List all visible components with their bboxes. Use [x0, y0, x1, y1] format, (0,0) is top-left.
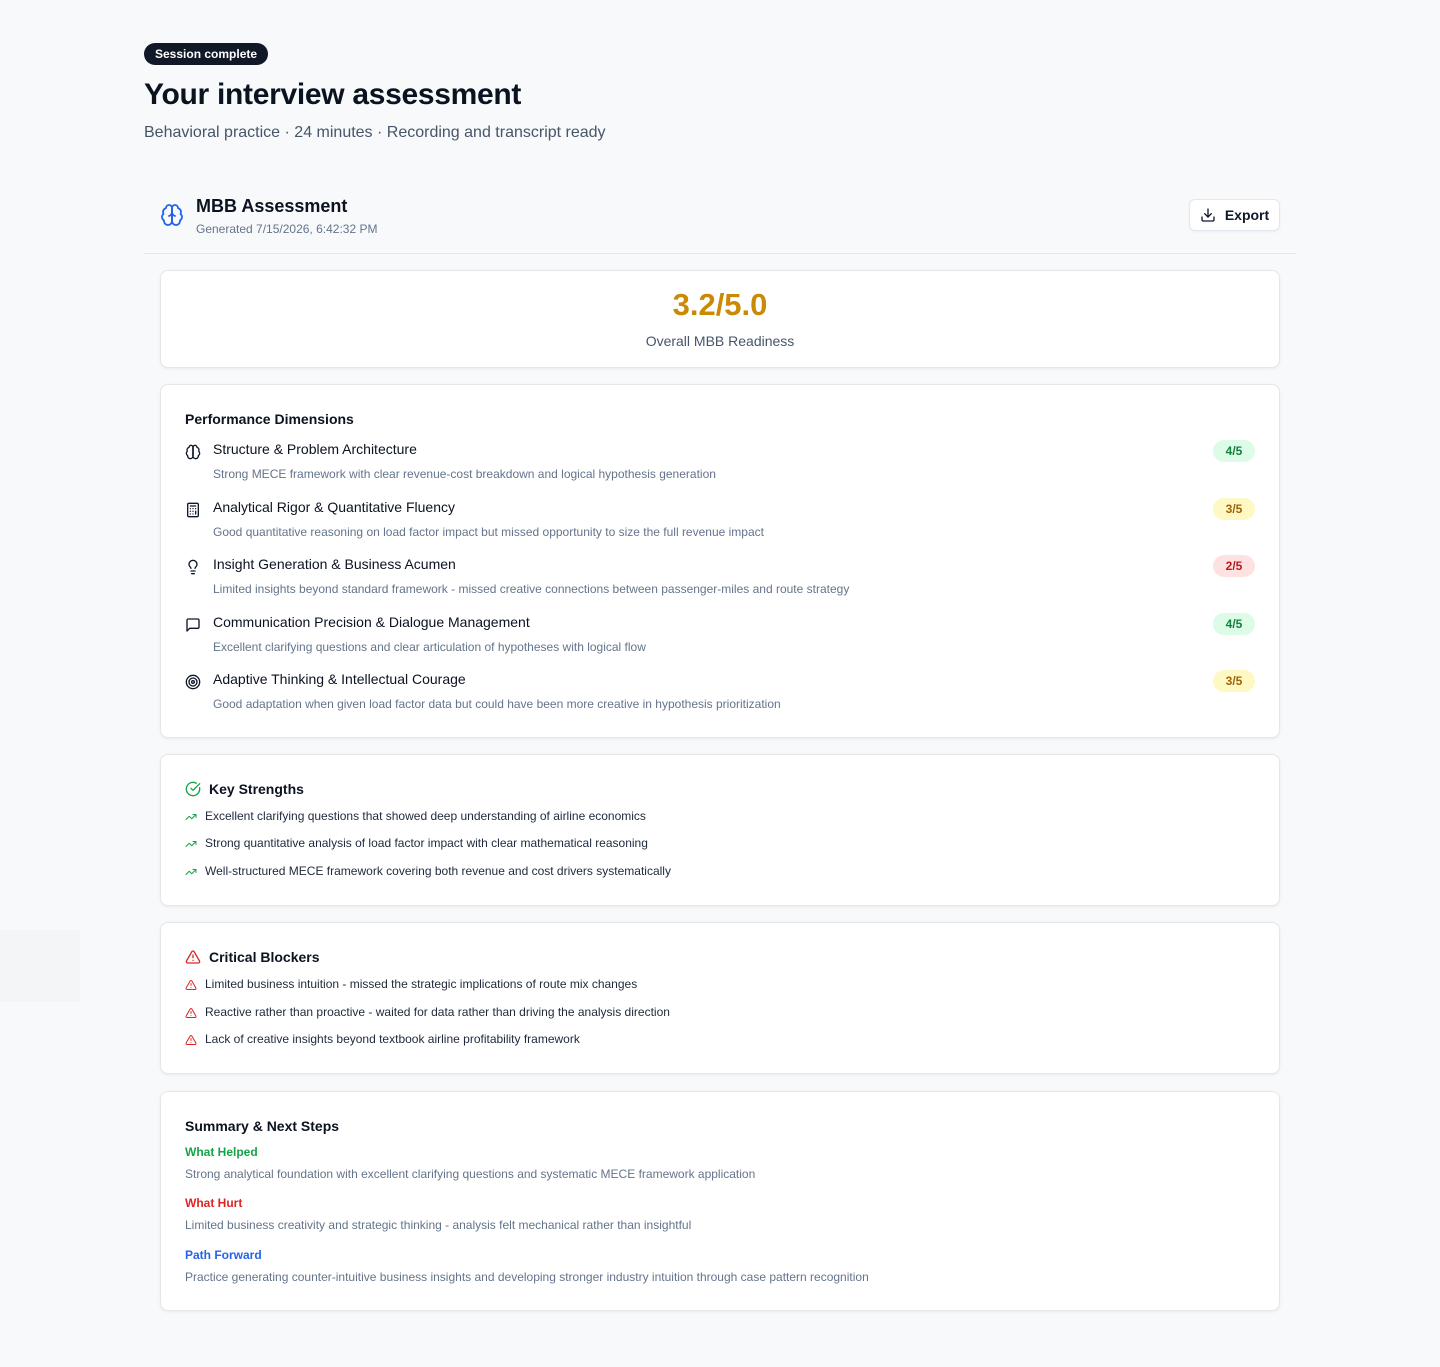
- dimension-name: Communication Precision & Dialogue Manag…: [213, 614, 530, 630]
- brain-icon: [161, 204, 183, 226]
- page-title: Your interview assessment: [144, 78, 522, 111]
- dimension-row: Communication Precision & Dialogue Manag…: [185, 613, 1255, 662]
- dimension-description: Good adaptation when given load factor d…: [213, 697, 781, 711]
- page-subtitle: Behavioral practice · 24 minutes · Recor…: [144, 124, 606, 141]
- dimension-score-badge: 3/5: [1213, 498, 1255, 520]
- blocker-item: Reactive rather than proactive - waited …: [185, 1005, 1255, 1023]
- report-title: MBB Assessment: [196, 196, 348, 216]
- target-icon: [185, 674, 201, 690]
- check-circle-icon: [185, 781, 201, 797]
- overall-score-label: Overall MBB Readiness: [645, 333, 795, 349]
- dimension-row: Analytical Rigor & Quantitative Fluency …: [185, 498, 1255, 547]
- summary-next-steps-card: Summary & Next Steps What Helped Strong …: [160, 1091, 1280, 1311]
- download-icon: [1201, 208, 1215, 222]
- section-title: Performance Dimensions: [185, 411, 354, 427]
- path-forward-label: Path Forward: [185, 1248, 262, 1262]
- dimension-score-badge: 4/5: [1213, 613, 1255, 635]
- strength-text: Well-structured MECE framework covering …: [205, 864, 671, 878]
- blocker-item: Limited business intuition - missed the …: [185, 977, 1255, 995]
- section-title: Key Strengths: [209, 781, 304, 797]
- dimension-score-badge: 4/5: [1213, 440, 1255, 462]
- calculator-icon: [187, 502, 199, 518]
- section-title: Critical Blockers: [209, 949, 320, 965]
- dimension-name: Adaptive Thinking & Intellectual Courage: [213, 671, 466, 687]
- strength-item: Strong quantitative analysis of load fac…: [185, 836, 1255, 854]
- what-hurt-label: What Hurt: [185, 1196, 243, 1210]
- blocker-text: Reactive rather than proactive - waited …: [205, 1005, 670, 1019]
- export-button[interactable]: Export: [1189, 199, 1280, 231]
- key-strengths-card: Key Strengths Excellent clarifying quest…: [160, 754, 1280, 906]
- dimension-name: Structure & Problem Architecture: [213, 441, 417, 457]
- blocker-text: Lack of creative insights beyond textboo…: [205, 1032, 580, 1046]
- export-button-label: Export: [1224, 207, 1270, 223]
- dimension-score-badge: 2/5: [1213, 555, 1255, 577]
- alert-triangle-icon: [185, 1008, 197, 1019]
- alert-triangle-icon: [185, 950, 201, 964]
- dimension-description: Good quantitative reasoning on load fact…: [213, 525, 764, 539]
- overall-score-value: 3.2/5.0: [672, 287, 768, 322]
- dimension-description: Strong MECE framework with clear revenue…: [213, 467, 716, 481]
- section-title: Summary & Next Steps: [185, 1118, 340, 1134]
- lightbulb-icon: [188, 559, 198, 575]
- report-header: MBB Assessment Generated 7/15/2026, 6:42…: [144, 190, 1296, 254]
- trending-up-icon: [185, 841, 197, 847]
- trending-up-icon: [185, 814, 197, 820]
- path-forward-text: Practice generating counter-intuitive bu…: [185, 1270, 869, 1284]
- dimension-row: Structure & Problem Architecture Strong …: [185, 440, 1255, 489]
- alert-triangle-icon: [185, 980, 197, 991]
- dimension-description: Excellent clarifying questions and clear…: [213, 640, 646, 654]
- alert-triangle-icon: [185, 1035, 197, 1046]
- strength-text: Excellent clarifying questions that show…: [205, 809, 646, 823]
- dimension-row: Insight Generation & Business Acumen Lim…: [185, 555, 1255, 604]
- trending-up-icon: [185, 869, 197, 875]
- strength-text: Strong quantitative analysis of load fac…: [205, 836, 648, 850]
- dimension-score-badge: 3/5: [1213, 670, 1255, 692]
- overall-score-card: 3.2/5.0 Overall MBB Readiness: [160, 270, 1280, 368]
- what-helped-label: What Helped: [185, 1145, 258, 1159]
- dimension-description: Limited insights beyond standard framewo…: [213, 582, 850, 596]
- message-square-icon: [186, 618, 200, 632]
- critical-blockers-card: Critical Blockers Limited business intui…: [160, 922, 1280, 1074]
- dimension-row: Adaptive Thinking & Intellectual Courage…: [185, 670, 1255, 719]
- blocker-text: Limited business intuition - missed the …: [205, 977, 638, 991]
- report-generated-date: Generated 7/15/2026, 6:42:32 PM: [196, 222, 378, 236]
- strength-item: Excellent clarifying questions that show…: [185, 809, 1255, 827]
- dimension-name: Insight Generation & Business Acumen: [213, 556, 456, 572]
- background-panel: [0, 930, 80, 1002]
- blocker-item: Lack of creative insights beyond textboo…: [185, 1032, 1255, 1050]
- dimension-name: Analytical Rigor & Quantitative Fluency: [213, 499, 455, 515]
- what-hurt-text: Limited business creativity and strategi…: [185, 1218, 692, 1232]
- what-helped-text: Strong analytical foundation with excell…: [185, 1167, 756, 1181]
- performance-dimensions-card: Performance Dimensions Structure & Probl…: [160, 384, 1280, 738]
- strength-item: Well-structured MECE framework covering …: [185, 864, 1255, 882]
- session-status-badge: Session complete: [144, 43, 269, 65]
- brain-icon: [185, 444, 201, 460]
